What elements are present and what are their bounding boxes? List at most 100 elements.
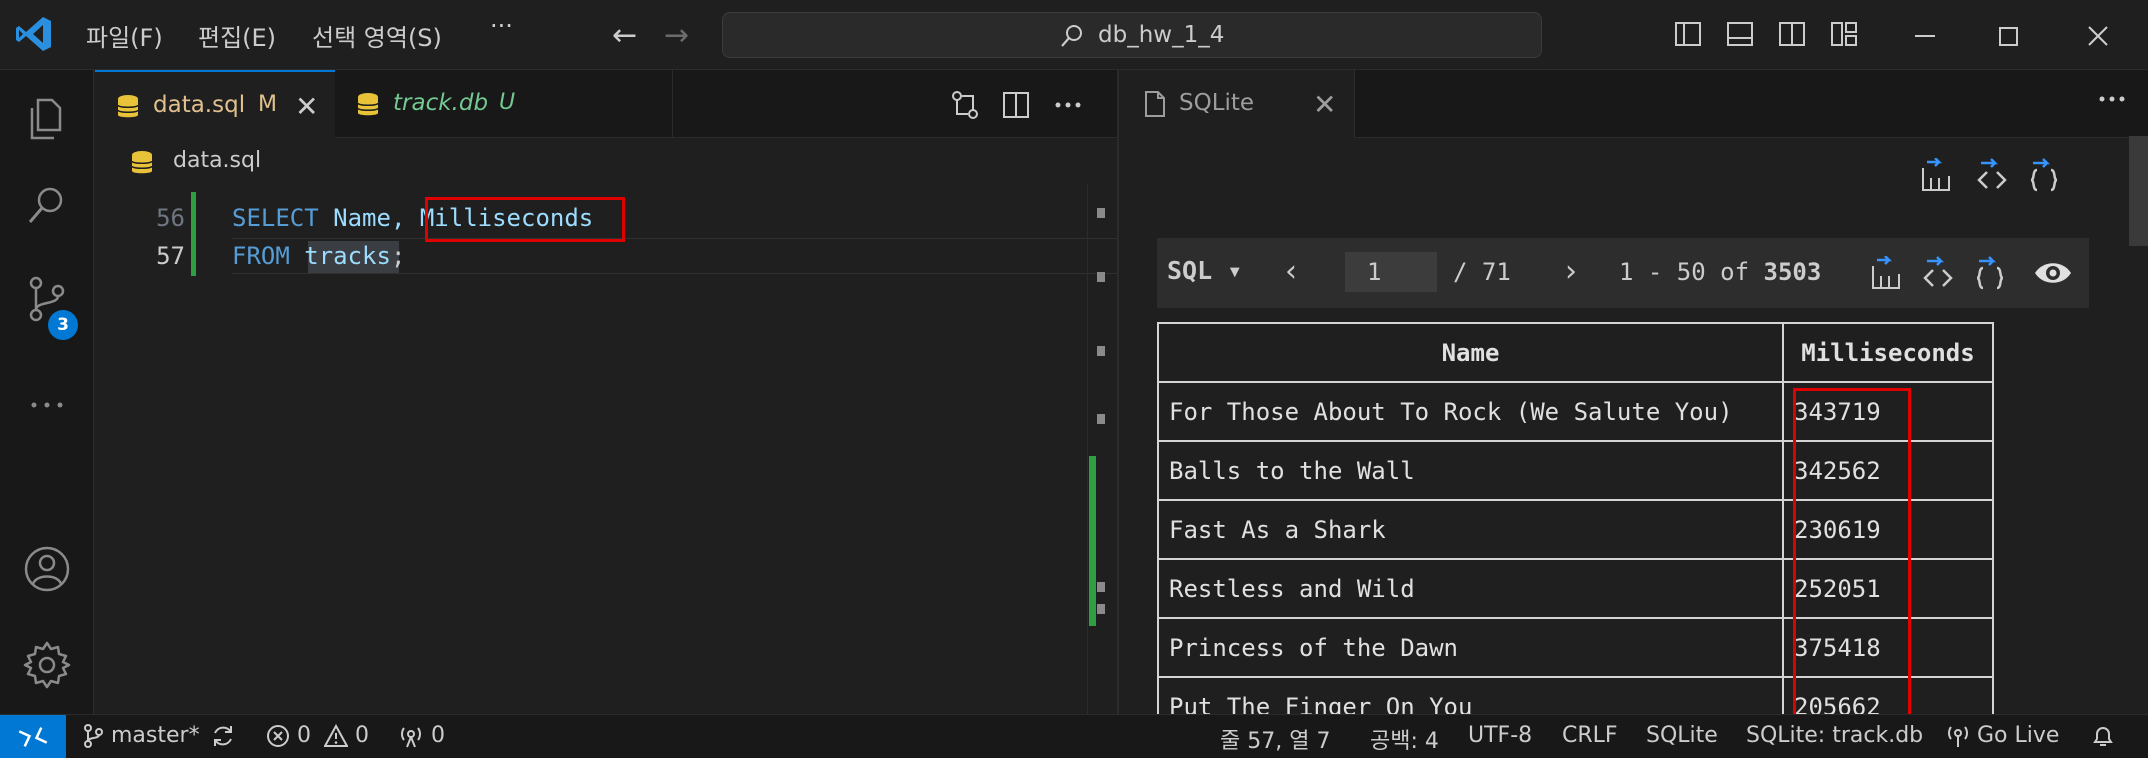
cursor-position[interactable]: 줄 57, 열 7 — [1220, 723, 1330, 755]
menu-more[interactable]: ··· — [490, 12, 513, 40]
breadcrumb-file[interactable]: data.sql — [173, 148, 261, 173]
line-ending[interactable]: CRLF — [1562, 723, 1618, 748]
menu-selection[interactable]: 선택 영역(S) — [312, 18, 442, 53]
panel-scrollbar[interactable] — [2129, 136, 2148, 246]
code-text: ; — [390, 242, 406, 270]
page-number-input[interactable] — [1345, 252, 1437, 292]
file-preview-icon — [1143, 90, 1167, 118]
go-live-label: Go Live — [1977, 723, 2060, 748]
tab-data-sql[interactable]: data.sql M ✕ — [95, 70, 335, 138]
more-actions-icon[interactable] — [2097, 84, 2127, 114]
toggle-secondary-sidebar-icon[interactable] — [1778, 20, 1806, 48]
database-file-icon — [117, 94, 139, 120]
ruler-mark — [1097, 272, 1105, 282]
menu-file[interactable]: 파일(F) — [86, 18, 163, 53]
row-total-count: 3503 — [1763, 258, 1822, 286]
line-number: 56 — [156, 204, 185, 232]
customize-layout-icon[interactable] — [1830, 20, 1858, 48]
row-range: 1 - 50 of 3503 — [1619, 258, 1821, 286]
close-window-icon[interactable] — [2078, 16, 2118, 56]
nav-back-icon[interactable]: ← — [612, 18, 637, 53]
git-change-ruler — [1089, 456, 1096, 626]
split-editor-icon[interactable] — [1001, 90, 1031, 120]
toggle-primary-sidebar-icon[interactable] — [1674, 20, 1702, 48]
error-icon — [267, 725, 289, 747]
sql-toggle-button[interactable]: SQL ▾ — [1167, 256, 1242, 285]
sync-icon[interactable] — [210, 723, 236, 749]
export-html-icon[interactable] — [1921, 256, 1955, 290]
language-mode[interactable]: SQLite — [1646, 723, 1718, 748]
eye-icon[interactable] — [2033, 256, 2071, 290]
title-bar: 파일(F) 편집(E) 선택 영역(S) ··· ← → db_hw_1_4 — [0, 0, 2148, 70]
database-file-icon — [357, 92, 379, 118]
error-count: 0 — [297, 723, 311, 748]
sqlite-database[interactable]: SQLite: track.db — [1746, 723, 1923, 748]
code-text: Name, — [318, 204, 420, 232]
overview-ruler[interactable] — [1087, 184, 1117, 714]
export-csv-icon[interactable] — [1919, 158, 1953, 192]
ruler-mark — [1097, 604, 1105, 614]
problems-status[interactable]: 0 0 — [266, 723, 369, 748]
code-line-57: FROM tracks; — [232, 242, 405, 270]
settings-gear-icon[interactable] — [22, 640, 72, 690]
export-csv-icon[interactable] — [1869, 256, 1903, 290]
line-number: 57 — [156, 242, 185, 270]
tab-modified-status: M — [258, 92, 277, 117]
export-json-icon[interactable] — [1973, 256, 2007, 290]
menu-edit[interactable]: 편집(E) — [198, 18, 276, 53]
search-icon — [1059, 23, 1085, 49]
tab-label: data.sql — [153, 92, 246, 118]
warning-count: 0 — [355, 723, 369, 748]
vscode-logo-icon — [14, 14, 54, 54]
activity-bar: 3 — [0, 70, 94, 714]
row-range-text: 1 - 50 of — [1619, 258, 1750, 286]
column-header-name[interactable]: Name — [1157, 322, 1784, 383]
table-header-row: Name Milliseconds — [1157, 322, 1994, 383]
more-views-icon[interactable] — [22, 380, 72, 430]
indentation[interactable]: 공백: 4 — [1370, 723, 1439, 755]
close-tab-icon[interactable]: ✕ — [1313, 88, 1336, 121]
next-page-button[interactable]: › — [1565, 254, 1577, 289]
prev-page-button[interactable]: ‹ — [1285, 254, 1297, 289]
remote-indicator[interactable] — [0, 715, 66, 758]
sqlite-tab-bar: SQLite ✕ — [1119, 70, 2148, 138]
nav-forward-icon[interactable]: → — [664, 18, 689, 53]
command-center-search[interactable]: db_hw_1_4 — [722, 12, 1542, 58]
compare-changes-icon[interactable] — [950, 90, 980, 120]
warning-icon — [324, 724, 348, 747]
annotation-highlight-box — [1793, 388, 1911, 722]
encoding[interactable]: UTF-8 — [1468, 723, 1532, 748]
code-editor[interactable]: 56 57 SELECT Name, Milliseconds FROM tra… — [95, 184, 1182, 714]
git-branch-icon — [84, 724, 103, 748]
minimize-icon[interactable] — [1905, 16, 1945, 56]
source-control-badge: 3 — [48, 310, 78, 340]
maximize-icon[interactable] — [1988, 16, 2028, 56]
tab-track-db[interactable]: track.db U — [335, 70, 673, 138]
sql-keyword: SELECT — [232, 204, 319, 232]
export-json-icon[interactable] — [2027, 158, 2061, 192]
more-actions-icon[interactable] — [1053, 90, 1083, 120]
broadcast-icon — [401, 727, 421, 748]
database-file-icon — [131, 150, 153, 176]
annotation-highlight-box — [425, 197, 625, 242]
column-header-milliseconds[interactable]: Milliseconds — [1782, 322, 1994, 383]
explorer-icon[interactable] — [22, 94, 72, 144]
ports-status[interactable]: 0 — [398, 723, 445, 748]
ruler-mark — [1097, 346, 1105, 356]
go-live-button[interactable]: Go Live — [1946, 723, 2059, 749]
page-total: / 71 — [1453, 258, 1511, 286]
branch-status[interactable]: master* — [82, 723, 200, 749]
cell-name: For Those About To Rock (We Salute You) — [1157, 381, 1784, 442]
close-tab-icon[interactable]: ✕ — [295, 90, 318, 123]
ruler-mark — [1097, 582, 1105, 592]
git-modified-gutter — [191, 192, 196, 276]
search-icon[interactable] — [22, 182, 72, 232]
branch-name: master* — [111, 723, 200, 748]
toggle-panel-icon[interactable] — [1726, 20, 1754, 48]
export-html-icon[interactable] — [1975, 158, 2009, 192]
ruler-mark — [1097, 414, 1105, 424]
tab-sqlite[interactable]: SQLite ✕ — [1119, 70, 1355, 138]
account-icon[interactable] — [22, 544, 72, 594]
notifications-bell-icon[interactable] — [2090, 723, 2116, 749]
